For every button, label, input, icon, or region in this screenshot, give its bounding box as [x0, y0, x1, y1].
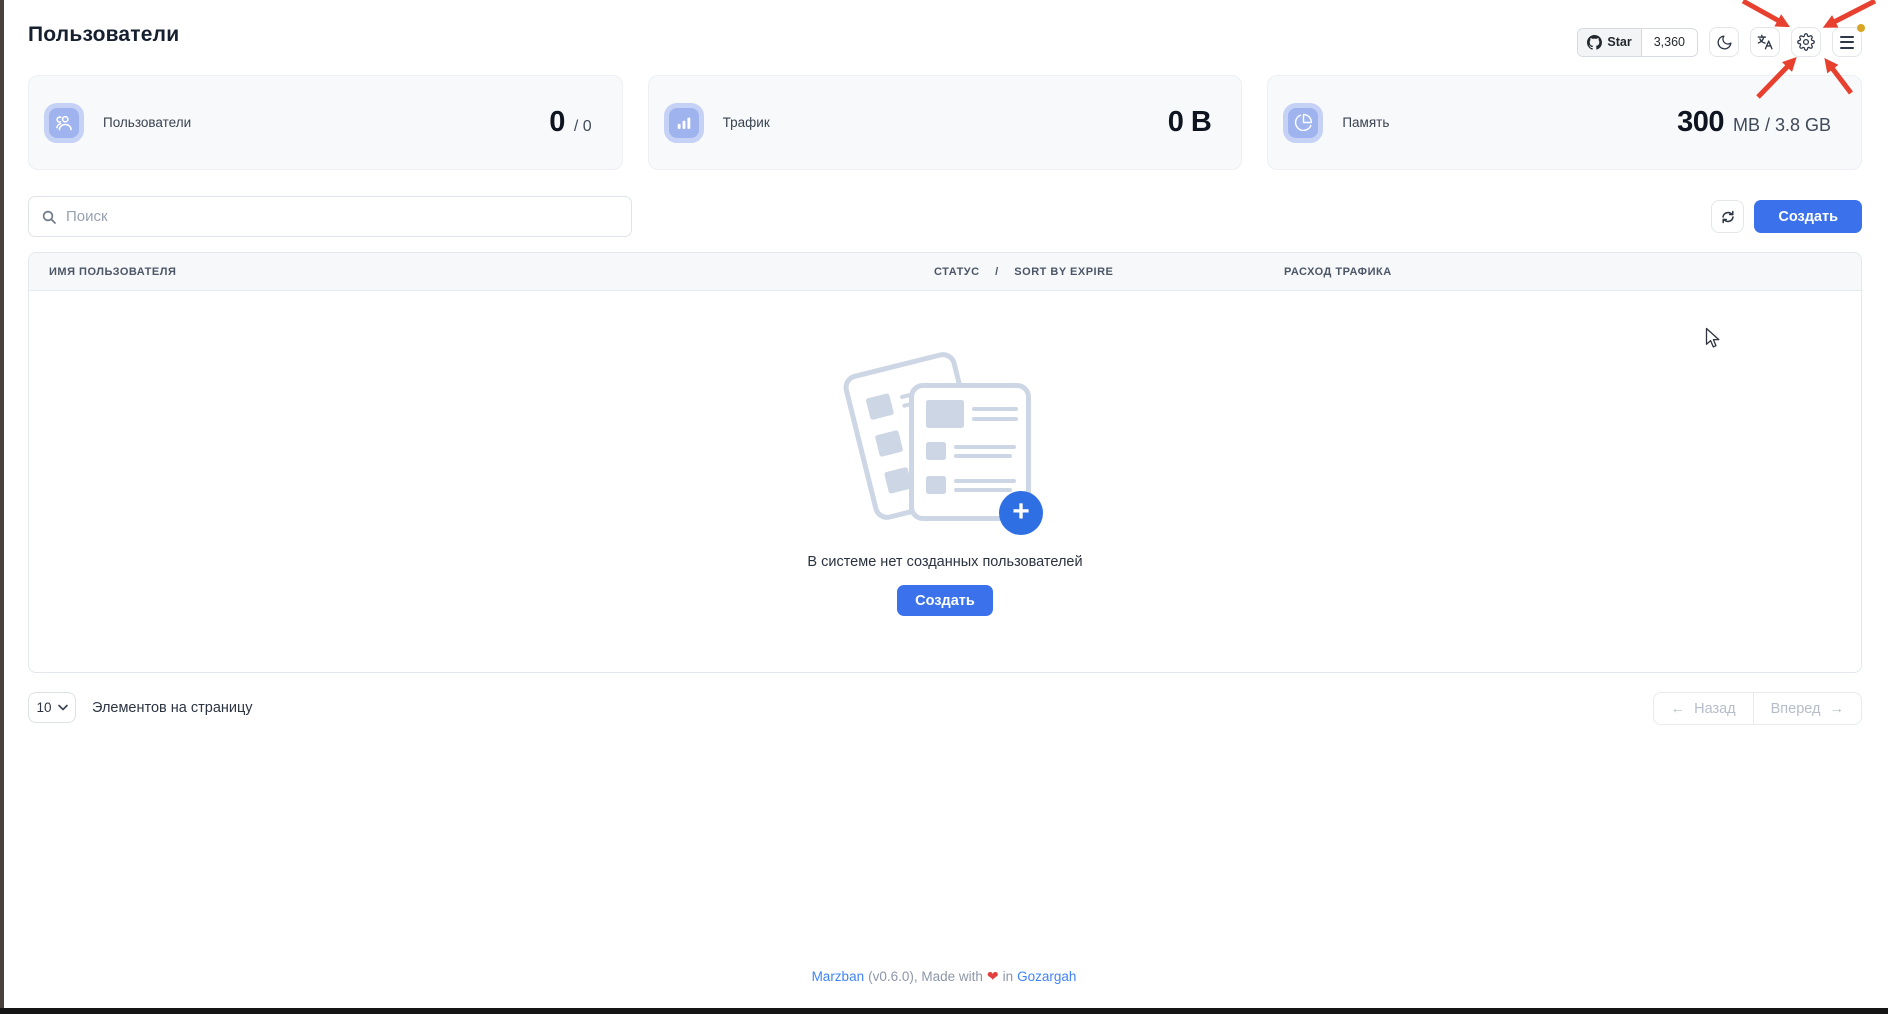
theme-toggle-button[interactable]: [1709, 27, 1739, 57]
gear-icon: [1797, 33, 1815, 51]
marzban-users-page: Пользователи Star 3,360: [0, 0, 1888, 1014]
memory-used: 300: [1677, 106, 1724, 139]
stat-card-traffic: Трафик 0 B: [648, 75, 1243, 170]
screen-edge-left: [0, 0, 4, 1014]
memory-total: MB / 3.8 GB: [1733, 115, 1831, 136]
header-controls: Star 3,360: [1577, 27, 1862, 57]
stat-card-label: Память: [1342, 115, 1389, 130]
users-icon: [44, 103, 84, 143]
settings-button[interactable]: [1791, 27, 1821, 57]
table-header-row: ИМЯ ПОЛЬЗОВАТЕЛЯ СТАТУС / SORT BY EXPIRE…: [29, 253, 1861, 291]
arrow-right-icon: →: [1830, 701, 1845, 717]
refresh-button[interactable]: [1711, 200, 1744, 233]
traffic-icon: [664, 103, 704, 143]
moon-icon: [1716, 34, 1733, 51]
github-star-widget[interactable]: Star 3,360: [1577, 28, 1698, 57]
menu-icon: [1840, 36, 1854, 49]
pagination-buttons: ← Назад Вперед →: [1653, 692, 1862, 725]
screen-edge-bottom: [0, 1008, 1888, 1014]
page-size-value: 10: [36, 700, 51, 715]
github-icon: [1587, 35, 1602, 50]
sort-by-expire-label[interactable]: SORT BY EXPIRE: [1014, 266, 1113, 278]
create-user-button[interactable]: Создать: [1754, 200, 1862, 233]
footer-version-text: (v0.6.0), Made with: [868, 969, 983, 984]
empty-state-illustration: +: [845, 351, 1045, 537]
arrow-left-icon: ←: [1671, 701, 1686, 717]
page-size-select[interactable]: 10: [28, 692, 76, 723]
next-label: Вперед: [1771, 701, 1821, 717]
page-size-label: Элементов на страницу: [92, 700, 253, 716]
users-total: / 0: [574, 118, 592, 136]
stat-card-memory: Память 300 MB / 3.8 GB: [1267, 75, 1862, 170]
next-page-button[interactable]: Вперед →: [1753, 692, 1862, 725]
github-star-count[interactable]: 3,360: [1642, 29, 1697, 56]
github-star-label: Star: [1607, 35, 1631, 49]
column-header-username[interactable]: ИМЯ ПОЛЬЗОВАТЕЛЯ: [29, 266, 934, 278]
stat-card-label: Трафик: [723, 115, 770, 130]
refresh-icon: [1720, 209, 1736, 225]
toolbar-actions: Создать: [1711, 200, 1862, 233]
chevron-down-icon: [58, 704, 68, 711]
search-input[interactable]: [66, 208, 619, 225]
prev-page-button[interactable]: ← Назад: [1653, 692, 1754, 725]
status-label: СТАТУС: [934, 266, 980, 278]
page-size-control: 10 Элементов на страницу: [28, 692, 253, 723]
footer: Marzban (v0.6.0), Made with ❤ in Gozarga…: [0, 968, 1888, 985]
marzban-link[interactable]: Marzban: [812, 969, 865, 984]
memory-icon: [1283, 103, 1323, 143]
empty-state-message: В системе нет созданных пользователей: [807, 554, 1082, 570]
column-header-status[interactable]: СТАТУС / SORT BY EXPIRE: [934, 266, 1284, 278]
mouse-cursor: [1705, 327, 1725, 351]
menu-button[interactable]: [1832, 27, 1862, 57]
annotation-arrow-top-right: [1834, 1, 1875, 22]
stat-card-label: Пользователи: [103, 115, 191, 130]
annotation-arrow-top-left: [1743, 1, 1779, 21]
prev-label: Назад: [1694, 701, 1736, 717]
stat-cards: Пользователи 0 / 0 Трафик 0 B Память 300…: [28, 75, 1862, 170]
column-header-traffic[interactable]: РАСХОД ТРАФИКА: [1284, 266, 1861, 278]
github-star-button[interactable]: Star: [1578, 29, 1641, 56]
search-icon: [41, 209, 57, 225]
search-box[interactable]: [28, 196, 632, 237]
page-title: Пользователи: [28, 23, 179, 47]
add-plus-icon: +: [999, 491, 1043, 535]
users-count: 0: [549, 106, 565, 139]
status-separator: /: [995, 266, 999, 278]
stat-card-users: Пользователи 0 / 0: [28, 75, 623, 170]
translate-icon: [1756, 33, 1774, 51]
traffic-value: 0 B: [1168, 106, 1212, 139]
gozargah-link[interactable]: Gozargah: [1017, 969, 1076, 984]
language-button[interactable]: [1750, 27, 1780, 57]
heart-icon: ❤: [987, 968, 999, 985]
footer-in-text: in: [1003, 969, 1014, 984]
users-table: ИМЯ ПОЛЬЗОВАТЕЛЯ СТАТУС / SORT BY EXPIRE…: [28, 252, 1862, 673]
empty-state-create-button[interactable]: Создать: [897, 585, 993, 616]
table-empty-state: + В системе нет созданных пользователей …: [29, 291, 1861, 673]
notification-dot: [1857, 24, 1865, 32]
